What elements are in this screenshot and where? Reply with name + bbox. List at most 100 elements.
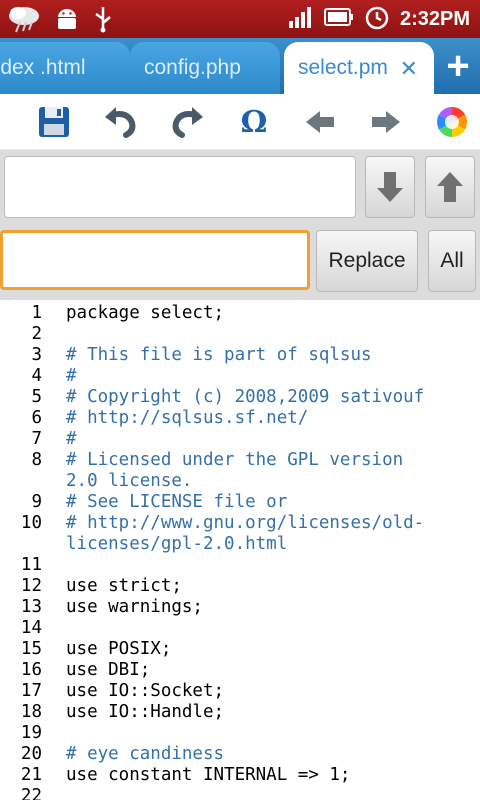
code-text: use constant INTERNAL => 1; [66,765,351,785]
add-tab-button[interactable]: + [436,38,480,94]
code-text: # http://sqlsus.sf.net/ [66,408,309,428]
arrow-up-icon [437,172,463,202]
line-number: 22 [20,786,42,800]
plus-icon: + [446,44,470,88]
next-button[interactable] [366,102,406,142]
find-input[interactable] [4,156,356,218]
alarm-icon [364,4,390,35]
close-tab-icon[interactable]: ✕ [400,56,418,82]
prev-button[interactable] [300,102,340,142]
code-text: use strict; [66,576,182,596]
line-number: 8 [31,450,42,470]
line-number: 16 [20,660,42,680]
undo-icon [105,107,136,138]
weather-icon [6,4,42,39]
line-number: 10 [20,513,42,533]
code-line: 14 [0,618,480,639]
undo-button[interactable] [100,102,140,142]
android-icon [54,5,80,38]
tab-label: config.php [144,56,241,79]
replace-button-label: Replace [328,249,406,272]
line-number: 5 [31,387,42,407]
code-line: 22 [0,786,480,800]
code-editor[interactable]: 1 package select; 2 3 # This file is part of… [0,300,480,800]
replace-input[interactable] [0,230,310,290]
find-next-button[interactable] [365,156,415,218]
code-line: 16 use DBI; [0,660,480,681]
code-text: # [66,366,77,386]
omega-icon: Ω [240,104,268,140]
tab-config-php[interactable]: config.php [130,42,280,94]
code-line: 10 # http://www.gnu.org/licenses/old- lic… [0,513,480,555]
line-number: 9 [31,492,42,512]
special-char-button[interactable]: Ω [234,102,274,142]
tab-index-html[interactable]: index .html [0,42,130,94]
code-line: 15 use POSIX; [0,639,480,660]
code-line: 18 use IO::Handle; [0,702,480,723]
tab-label: index .html [0,56,86,79]
replace-all-button[interactable]: All [428,230,476,292]
code-text: # eye candiness [66,744,225,764]
tab-select-pm[interactable]: select.pm ✕ [284,42,434,94]
line-number: 3 [31,345,42,365]
line-number: 6 [31,408,42,428]
color-button[interactable] [432,102,472,142]
tab-bar: index .html config.php select.pm ✕ + [0,38,480,94]
code-line: 5 # Copyright (c) 2008,2009 sativouf [0,387,480,408]
code-text: use POSIX; [66,639,172,659]
code-text: # Copyright (c) 2008,2009 sativouf [66,387,425,407]
code-text: # [66,429,77,449]
line-number: 13 [20,597,42,617]
search-replace-panel: Replace All [0,150,480,300]
code-line: 12 use strict; [0,576,480,597]
color-wheel-icon [436,107,468,137]
arrow-right-icon [372,111,400,133]
code-line: 1 package select; [0,303,480,324]
usb-icon [92,5,114,38]
line-number: 21 [20,765,42,785]
code-line: 21 use constant INTERNAL => 1; [0,765,480,786]
code-text: use IO::Socket; [66,681,225,701]
line-number: 14 [20,618,42,638]
arrow-down-icon [377,172,403,202]
save-icon [39,107,69,137]
line-number: 4 [31,366,42,386]
save-button[interactable] [34,102,74,142]
find-prev-button[interactable] [425,156,475,218]
line-number: 11 [20,555,42,575]
replace-button[interactable]: Replace [316,230,418,292]
line-number: 2 [31,324,42,344]
line-number: 20 [20,744,42,764]
code-line: 4 # [0,366,480,387]
signal-icon [288,5,314,34]
code-line: 8 # Licensed under the GPL version 2.0 li… [0,450,480,492]
redo-icon [172,107,203,138]
line-number: 7 [31,429,42,449]
code-text: # See LICENSE file or [66,492,288,512]
code-line: 3 # This file is part of sqlsus [0,345,480,366]
code-line: 7 # [0,429,480,450]
code-text: # This file is part of sqlsus [66,345,372,365]
line-number: 1 [31,303,42,323]
code-text: package select; [66,303,225,323]
code-line: 20 # eye candiness [0,744,480,765]
code-line: 13 use warnings; [0,597,480,618]
line-number: 19 [20,723,42,743]
line-number: 15 [20,639,42,659]
code-text: # Licensed under the GPL version 2.0 lic… [66,450,404,491]
redo-button[interactable] [168,102,208,142]
code-line: 2 [0,324,480,345]
arrow-left-icon [306,111,334,133]
status-bar: 2:32PM [0,0,480,38]
clock-time: 2:32PM [399,7,470,30]
code-text: use warnings; [66,597,203,617]
line-number: 17 [20,681,42,701]
code-line: 11 [0,555,480,576]
line-number: 18 [20,702,42,722]
code-line: 6 # http://sqlsus.sf.net/ [0,408,480,429]
line-number: 12 [20,576,42,596]
code-text: use IO::Handle; [66,702,225,722]
replace-all-button-label: All [440,249,464,272]
